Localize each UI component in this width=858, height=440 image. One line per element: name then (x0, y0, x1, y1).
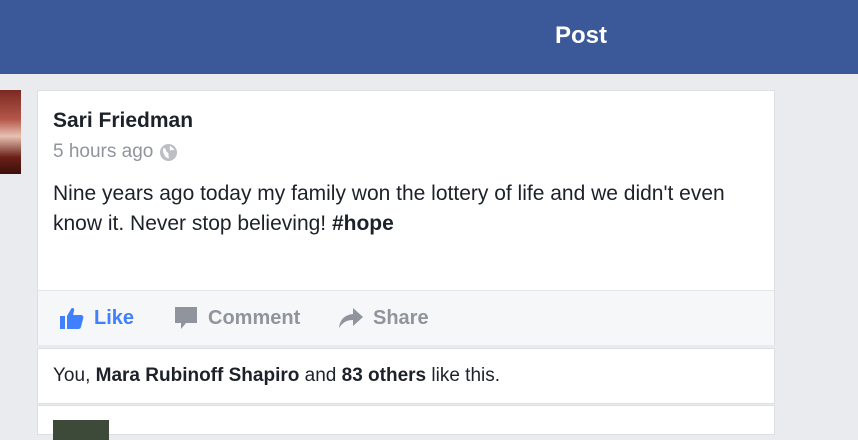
share-label: Share (373, 306, 429, 329)
post-card: Sari Friedman 5 hours ago Nine years ago… (37, 90, 775, 345)
post-meta: 5 hours ago (53, 141, 178, 163)
likes-prefix: You, (53, 365, 96, 386)
comment-button[interactable]: Comment (174, 305, 300, 331)
likes-suffix: like this. (426, 365, 501, 386)
likes-summary: You, Mara Rubinoff Shapiro and 83 others… (37, 348, 775, 404)
author-avatar[interactable] (0, 90, 21, 174)
thumbs-up-icon (60, 307, 84, 329)
liker-name-link[interactable]: Mara Rubinoff Shapiro (96, 365, 300, 386)
likes-middle: and (299, 365, 342, 386)
others-link[interactable]: 83 others (342, 365, 426, 386)
share-arrow-icon (339, 308, 363, 328)
top-bar: Post (0, 0, 858, 74)
like-label: Like (94, 306, 135, 329)
hashtag-link[interactable]: #hope (332, 212, 394, 235)
post-author[interactable]: Sari Friedman (53, 109, 193, 133)
comment-card (37, 405, 775, 440)
post-timestamp[interactable]: 5 hours ago (53, 141, 153, 163)
action-bar: Like Comment Share (38, 290, 774, 345)
likes-line: You, Mara Rubinoff Shapiro and 83 others… (53, 365, 500, 387)
post-text: Nine years ago today my family won the l… (53, 179, 753, 239)
page-title: Post (554, 22, 607, 49)
comment-label: Comment (208, 306, 301, 329)
commenter-avatar[interactable] (53, 420, 109, 440)
share-button[interactable]: Share (339, 305, 429, 331)
comment-icon (174, 306, 198, 330)
like-button[interactable]: Like (60, 305, 134, 331)
globe-icon (159, 143, 178, 162)
